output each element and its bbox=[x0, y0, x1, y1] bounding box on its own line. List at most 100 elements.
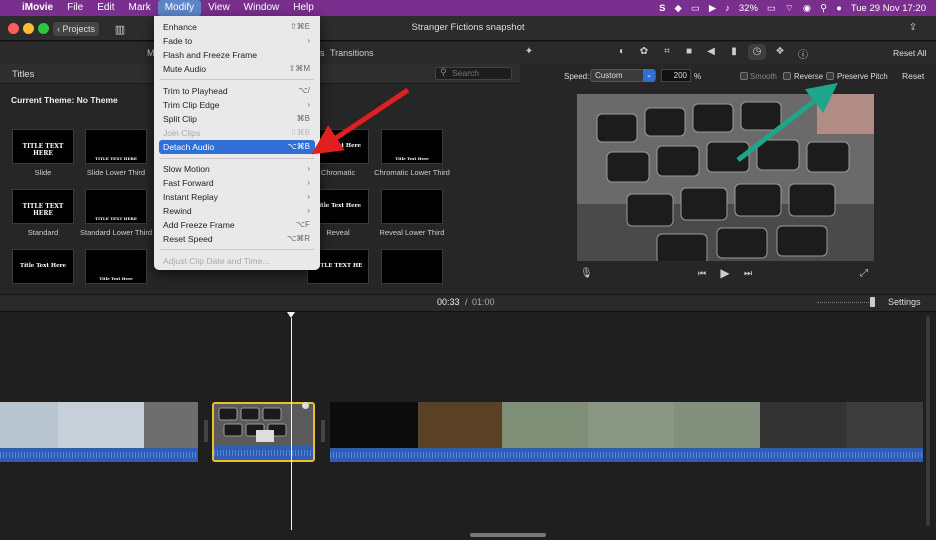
menu-item-shortcut: ⇧⌘E bbox=[289, 22, 310, 31]
reset-button[interactable]: Reset bbox=[902, 71, 924, 81]
menu-item-join-clips: Join Clips ⇧⌘B bbox=[154, 126, 320, 140]
video-preview bbox=[577, 94, 874, 261]
color-correction-icon[interactable]: ✿ bbox=[637, 46, 651, 57]
menu-view[interactable]: View bbox=[201, 0, 237, 16]
timeline-horizontal-scrollbar[interactable] bbox=[470, 533, 546, 537]
title-thumb-row3-4[interactable] bbox=[381, 249, 443, 284]
status-s-icon[interactable]: S bbox=[659, 3, 665, 14]
microphone-icon[interactable]: 🎙 bbox=[580, 268, 593, 279]
window-title: Stranger Fictions snapshot bbox=[411, 22, 525, 33]
zoom-slider[interactable] bbox=[817, 302, 873, 303]
menu-item-enhance[interactable]: Enhance ⇧⌘E bbox=[154, 20, 320, 34]
clip-selected[interactable] bbox=[212, 402, 315, 462]
wifi-icon[interactable]: ⌔ bbox=[785, 3, 794, 14]
timeline-settings-button[interactable]: Settings bbox=[888, 297, 921, 307]
fullscreen-icon[interactable]: ⤢ bbox=[858, 268, 870, 279]
speed-label: Speed: bbox=[564, 72, 590, 81]
keyboard-image bbox=[577, 94, 874, 261]
menu-file[interactable]: File bbox=[60, 0, 90, 16]
search-icon[interactable]: ⚲ bbox=[820, 3, 827, 14]
title-thumb-chromatic-lower-third[interactable]: Title Text Here bbox=[381, 129, 443, 164]
speed-select[interactable]: Custom ⌄ bbox=[590, 69, 656, 82]
color-balance-icon[interactable]: ◐ bbox=[615, 46, 629, 57]
siri-icon[interactable]: ● bbox=[836, 3, 842, 14]
menu-item-split-clip[interactable]: Split Clip ⌘B bbox=[154, 112, 320, 126]
clip-1[interactable] bbox=[0, 402, 198, 462]
play-circle-icon[interactable]: ▶ bbox=[709, 3, 716, 14]
title-thumb-standard-lower-third[interactable]: TITLE TEXT HERE bbox=[85, 189, 147, 224]
share-icon[interactable]: ⇪ bbox=[906, 22, 920, 33]
menu-item-trim-to-playhead[interactable]: Trim to Playhead ⌥/ bbox=[154, 84, 320, 98]
preserve-pitch-checkbox[interactable] bbox=[826, 72, 834, 80]
menu-item-add-freeze-frame[interactable]: Add Freeze Frame ⌥F bbox=[154, 218, 320, 232]
reverse-checkbox[interactable] bbox=[783, 72, 791, 80]
control-center-icon[interactable]: ◉ bbox=[803, 3, 811, 14]
timeline-vertical-scrollbar[interactable] bbox=[926, 316, 930, 526]
menu-item-fade-to[interactable]: Fade to › bbox=[154, 34, 320, 48]
clip-filter-icon[interactable]: ❖ bbox=[773, 46, 787, 57]
playhead[interactable] bbox=[291, 318, 292, 530]
browser-tab-partial-2[interactable]: s bbox=[320, 48, 325, 58]
dropbox-icon[interactable]: ◆ bbox=[675, 3, 682, 14]
title-thumb-row3-2[interactable]: Title Text Here bbox=[85, 249, 147, 284]
menu-item-shortcut: ⌥/ bbox=[298, 86, 310, 95]
thumb-text: TITLE TEXT HERE bbox=[95, 216, 137, 221]
speed-icon[interactable]: ◷ bbox=[748, 44, 766, 60]
menu-item-shortcut: ⌥⌘B bbox=[287, 142, 310, 151]
volume-icon[interactable]: ◀ bbox=[704, 46, 718, 57]
clock-datetime[interactable]: Tue 29 Nov 17:20 bbox=[851, 3, 926, 14]
info-icon[interactable]: ⓘ bbox=[796, 46, 810, 61]
menu-item-fast-forward[interactable]: Fast Forward › bbox=[154, 176, 320, 190]
menu-item-slow-motion[interactable]: Slow Motion › bbox=[154, 162, 320, 176]
menu-mark[interactable]: Mark bbox=[121, 0, 157, 16]
menu-item-instant-replay[interactable]: Instant Replay › bbox=[154, 190, 320, 204]
stabilization-icon[interactable]: ■ bbox=[682, 46, 696, 57]
menu-item-trim-clip-edge[interactable]: Trim Clip Edge › bbox=[154, 98, 320, 112]
submenu-chevron-icon: › bbox=[307, 36, 310, 45]
menu-item-label: Slow Motion bbox=[163, 164, 210, 174]
clip-close-icon[interactable] bbox=[302, 402, 309, 409]
crop-icon[interactable]: ⌗ bbox=[660, 46, 674, 57]
menu-item-mute-audio[interactable]: Mute Audio ⇧⌘M bbox=[154, 62, 320, 76]
skip-forward-icon[interactable]: ⏭ bbox=[742, 268, 754, 279]
menu-edit[interactable]: Edit bbox=[90, 0, 121, 16]
reset-all-button[interactable]: Reset All bbox=[893, 48, 927, 58]
audio-icon[interactable]: ♪ bbox=[725, 3, 730, 14]
playhead-handle[interactable] bbox=[287, 312, 295, 318]
thumb-label: Chromatic Lower Third bbox=[374, 168, 450, 177]
title-thumb-row3-1[interactable]: Title Text Here bbox=[12, 249, 74, 284]
clip-3[interactable] bbox=[330, 402, 923, 462]
clip-gap-handle[interactable] bbox=[321, 420, 325, 442]
title-thumb-standard[interactable]: TITLE TEXT HERE bbox=[12, 189, 74, 224]
menu-window[interactable]: Window bbox=[237, 0, 287, 16]
menu-item-detach-audio[interactable]: Detach Audio ⌥⌘B bbox=[159, 140, 315, 154]
battery-icon[interactable]: ▭ bbox=[767, 3, 776, 14]
menu-item-rewind[interactable]: Rewind › bbox=[154, 204, 320, 218]
menu-item-reset-speed[interactable]: Reset Speed ⌥⌘R bbox=[154, 232, 320, 246]
thumb-label: Slide Lower Third bbox=[86, 168, 146, 177]
menu-modify[interactable]: Modify bbox=[157, 0, 202, 16]
menu-app-imovie[interactable]: iMovie bbox=[16, 0, 60, 16]
play-icon[interactable]: ▶ bbox=[718, 266, 732, 280]
menu-item-shortcut: ⌥F bbox=[295, 220, 310, 229]
menu-item-flash-freeze[interactable]: Flash and Freeze Frame bbox=[154, 48, 320, 62]
submenu-chevron-icon: › bbox=[307, 192, 310, 201]
speed-percent-input[interactable]: 200 bbox=[661, 69, 691, 82]
noise-reduction-icon[interactable]: ▮ bbox=[727, 46, 741, 57]
title-thumb-slide[interactable]: TITLE TEXT HERE bbox=[12, 129, 74, 164]
drive-icon[interactable]: ▭ bbox=[691, 3, 700, 14]
title-thumb-slide-lower-third[interactable]: TITLE TEXT HERE bbox=[85, 129, 147, 164]
menu-item-shortcut: ⌘B bbox=[296, 114, 310, 123]
zoom-slider-knob[interactable] bbox=[870, 297, 875, 307]
title-thumb-reveal-lower-third[interactable] bbox=[381, 189, 443, 224]
magic-wand-icon[interactable]: ✦ bbox=[522, 46, 536, 57]
menu-item-label: Detach Audio bbox=[163, 142, 215, 152]
clip-gap-handle[interactable] bbox=[204, 420, 208, 442]
smooth-checkbox[interactable] bbox=[740, 72, 748, 80]
thumb-text: TITLE TEXT HERE bbox=[95, 156, 137, 161]
menu-help[interactable]: Help bbox=[286, 0, 321, 16]
menu-item-label: Reset Speed bbox=[163, 234, 213, 244]
chevron-down-icon: ⌄ bbox=[643, 69, 655, 82]
tab-transitions[interactable]: Transitions bbox=[330, 48, 374, 58]
skip-back-icon[interactable]: ⏮ bbox=[696, 268, 708, 279]
